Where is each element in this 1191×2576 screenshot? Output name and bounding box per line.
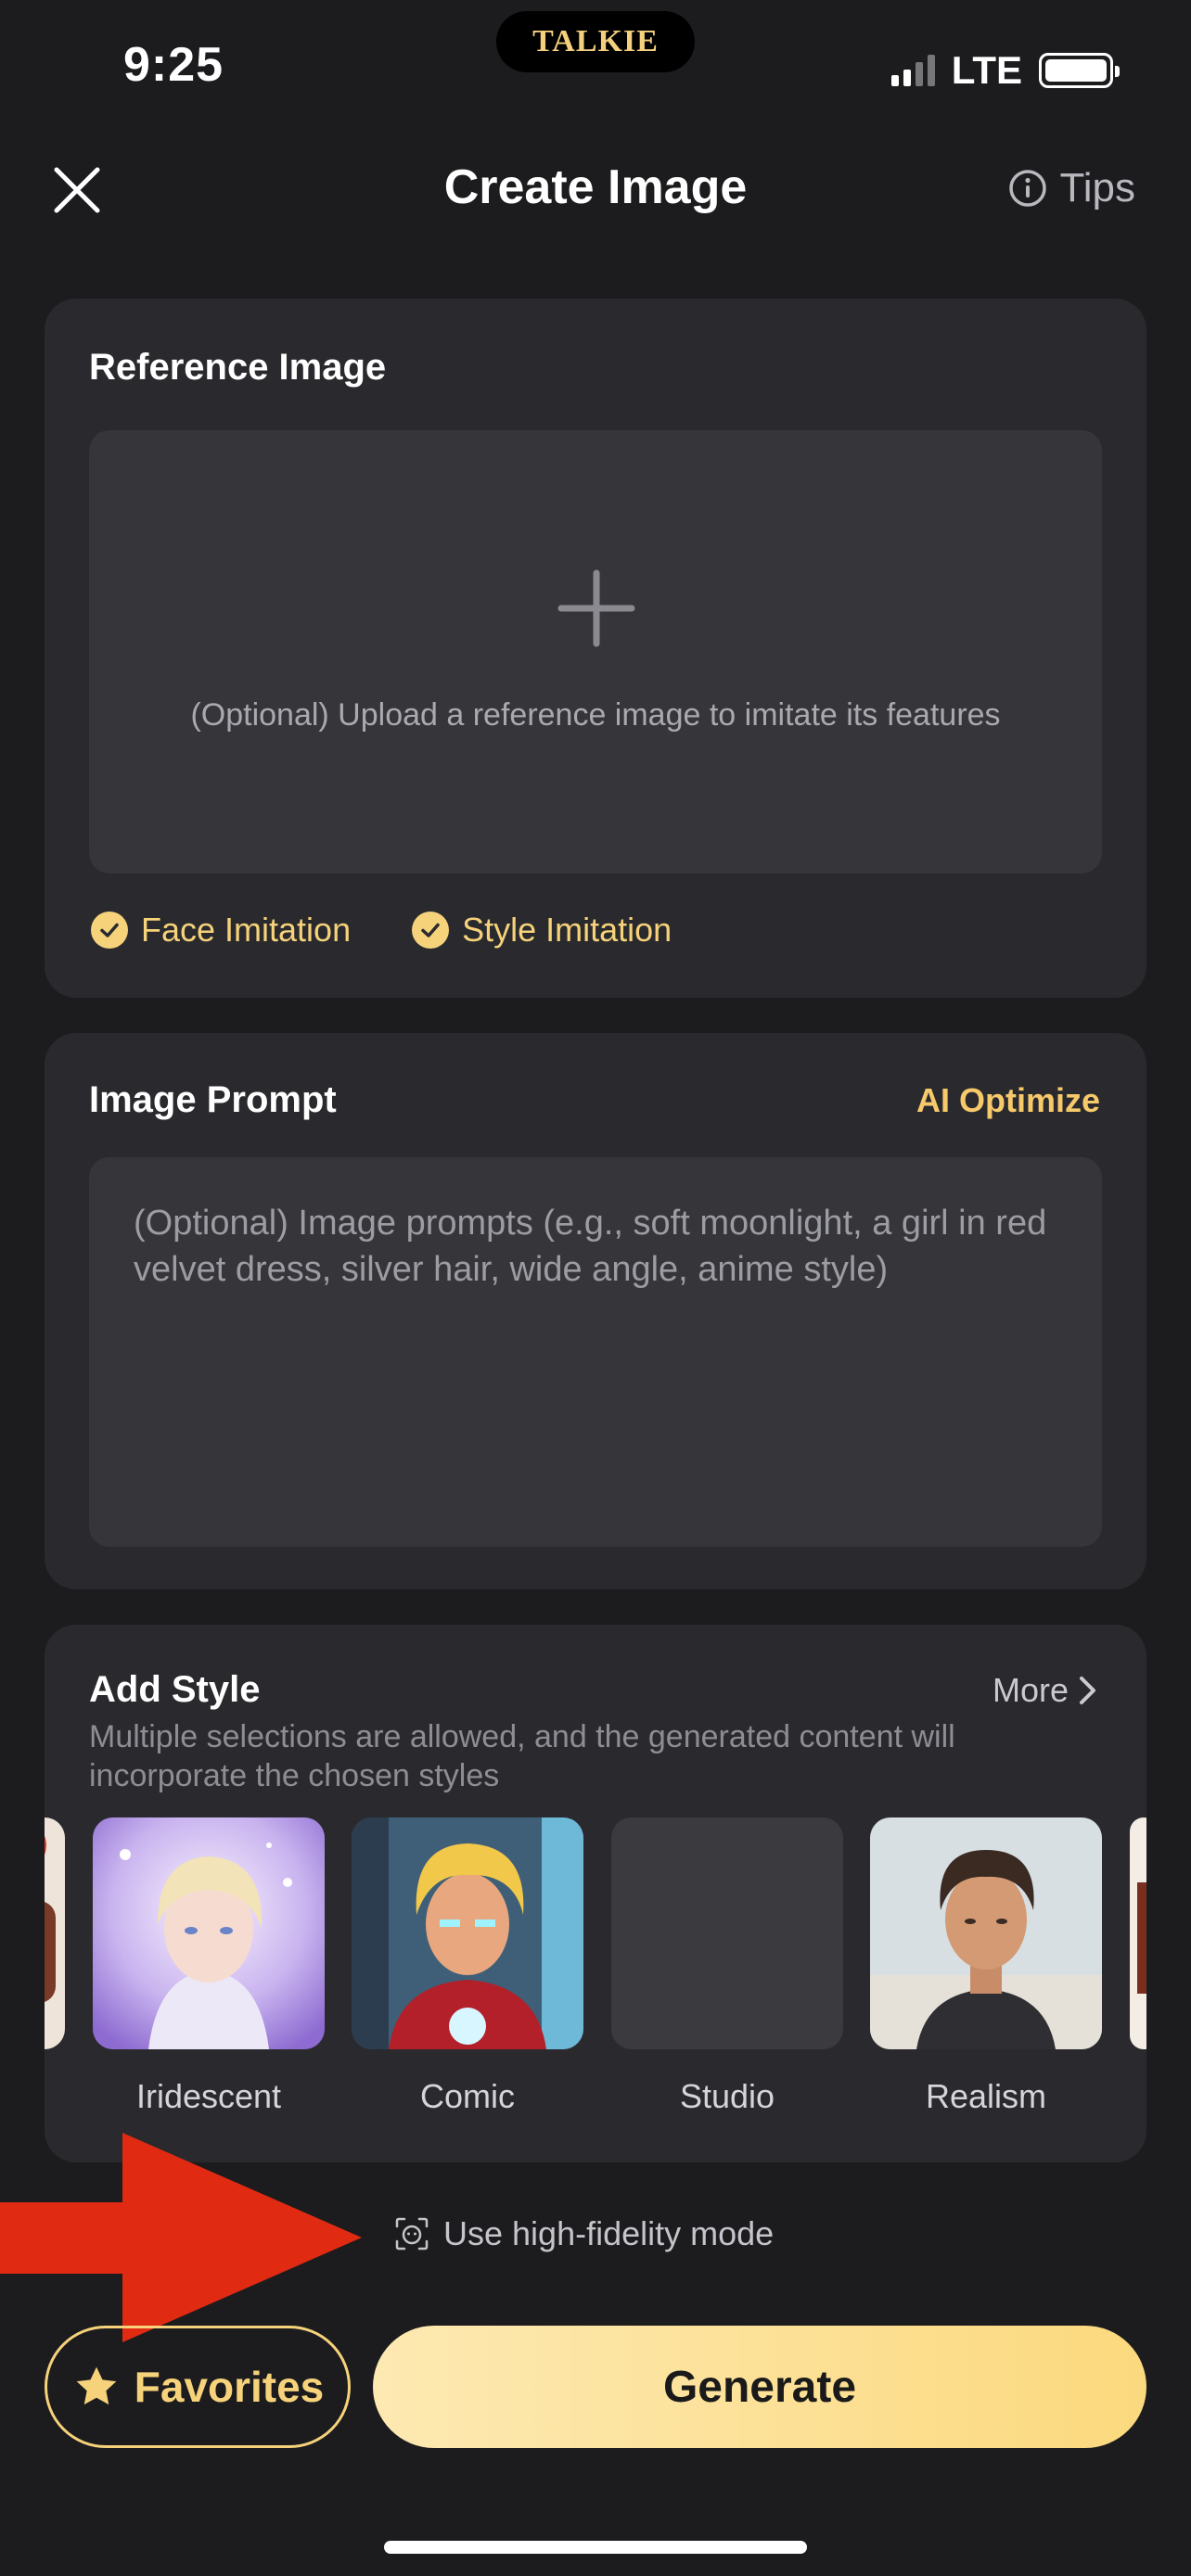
style-label: Realism <box>925 2077 1047 2115</box>
image-prompt-card: Image Prompt AI Optimize <box>45 1033 1146 1589</box>
status-indicators: LTE <box>890 48 1120 93</box>
annotation-arrow-icon <box>0 2133 362 2342</box>
star-icon <box>76 2366 117 2405</box>
image-prompt-title: Image Prompt <box>89 1079 337 1120</box>
face-imitation-option[interactable]: Face Imitation <box>91 911 351 950</box>
signal-icon <box>890 55 935 86</box>
more-styles-button[interactable]: More <box>992 1671 1098 1710</box>
style-description: Multiple selections are allowed, and the… <box>89 1719 955 1793</box>
generate-label: Generate <box>662 2362 857 2412</box>
more-label: More <box>992 1671 1069 1709</box>
reference-image-card: Reference Image (Optional) Upload a refe… <box>45 299 1146 998</box>
dynamic-island: TALKIE <box>496 11 695 72</box>
realism-thumbnail <box>870 1817 1102 2049</box>
style-label: Comic <box>419 2077 515 2115</box>
face-scan-icon <box>395 2217 429 2251</box>
style-carousel[interactable]: Iridescent Comic Studio Realism <box>45 1817 1146 2133</box>
style-label: Studio <box>679 2077 775 2115</box>
iridescent-thumbnail <box>93 1817 325 2049</box>
plus-icon <box>557 569 635 647</box>
chevron-right-icon <box>1080 1677 1095 1704</box>
image-prompt-input[interactable] <box>89 1157 1102 1547</box>
add-style-card: Add Style More Multiple selections are a… <box>45 1625 1146 2162</box>
tips-label: Tips <box>1059 165 1136 210</box>
tips-button[interactable]: Tips <box>1008 165 1136 211</box>
status-bar: 9:25 TALKIE LTE <box>0 0 1191 139</box>
network-type: LTE <box>951 48 1022 92</box>
upload-hint: (Optional) Upload a reference image to i… <box>190 697 1001 733</box>
reference-image-title: Reference Image <box>89 347 387 388</box>
upload-reference-area[interactable]: (Optional) Upload a reference image to i… <box>89 430 1102 874</box>
favorites-label: Favorites <box>134 2363 325 2411</box>
face-imitation-label: Face Imitation <box>141 911 352 949</box>
favorites-button[interactable]: Favorites <box>45 2326 351 2448</box>
check-icon <box>412 912 450 949</box>
high-fidelity-label: Use high-fidelity mode <box>443 2214 775 2252</box>
home-indicator[interactable] <box>384 2541 807 2554</box>
header: Create Image Tips <box>0 139 1191 246</box>
talkie-logo: TALKIE <box>532 24 659 58</box>
high-fidelity-toggle[interactable]: Use high-fidelity mode <box>393 2214 774 2253</box>
style-item-partial-right[interactable] <box>1130 1817 1146 2049</box>
style-imitation-option[interactable]: Style Imitation <box>412 911 672 950</box>
comic-thumbnail <box>352 1817 583 2049</box>
style-item-iridescent[interactable]: Iridescent <box>93 1817 325 2116</box>
style-imitation-label: Style Imitation <box>462 911 672 949</box>
add-style-title: Add Style <box>89 1669 261 1710</box>
imitation-options: Face Imitation Style Imitation <box>91 911 672 950</box>
battery-icon <box>1039 53 1120 88</box>
info-icon <box>1008 170 1046 207</box>
style-item-comic[interactable]: Comic <box>352 1817 583 2116</box>
style-label: Iridescent <box>135 2077 282 2115</box>
check-icon <box>91 912 128 949</box>
style-item-partial-left[interactable] <box>45 1817 65 2049</box>
style-item-realism[interactable]: Realism <box>870 1817 1102 2116</box>
ai-optimize-button[interactable]: AI Optimize <box>916 1081 1100 1120</box>
status-time: 9:25 <box>123 38 224 92</box>
generate-button[interactable]: Generate <box>373 2326 1146 2448</box>
studio-thumbnail <box>611 1817 843 2049</box>
style-item-studio[interactable]: Studio <box>611 1817 843 2116</box>
